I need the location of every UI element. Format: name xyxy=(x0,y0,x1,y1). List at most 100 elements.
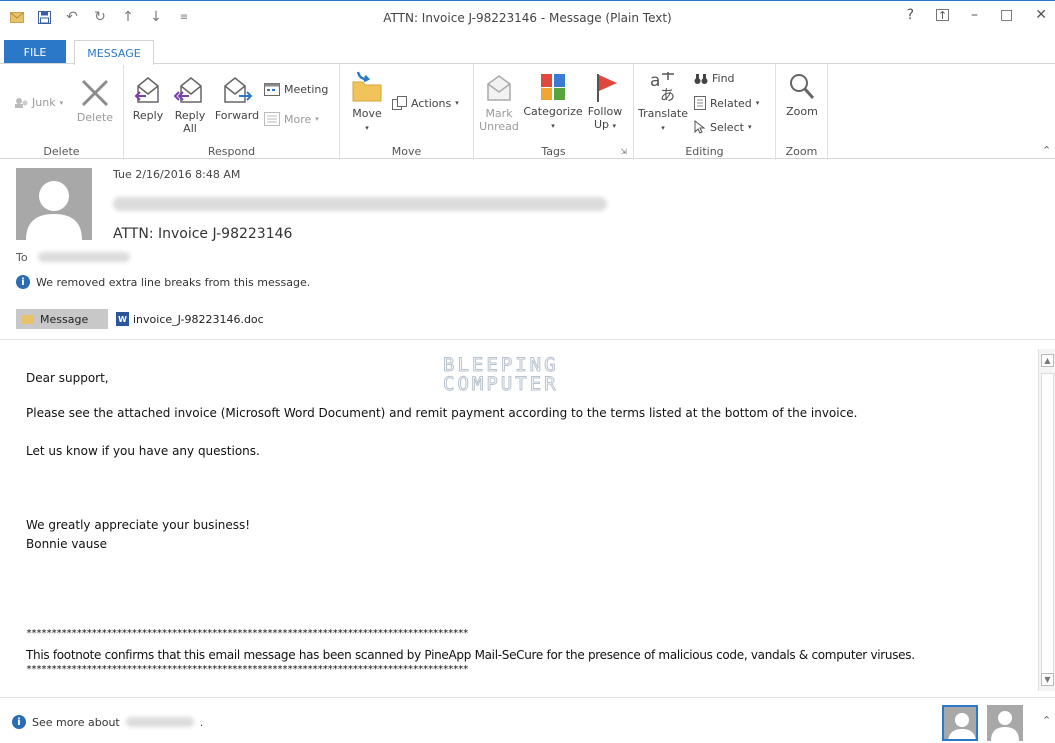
actions-button[interactable]: Actions ▾ xyxy=(392,96,459,110)
attachment-bar: Message W invoice_J-98223146.doc xyxy=(16,309,264,329)
body-line-1: Please see the attached invoice (Microso… xyxy=(26,406,858,420)
tab-file[interactable]: FILE xyxy=(4,40,66,64)
related-icon xyxy=(694,96,706,110)
select-button[interactable]: Select ▾ xyxy=(694,120,751,134)
collapse-ribbon-icon[interactable]: ⌃ xyxy=(1042,144,1051,157)
zoom-group-label: Zoom xyxy=(785,145,818,158)
move-folder-icon xyxy=(352,71,382,102)
title-bar: ↶ ↻ ↑ ↓ ≡ ATTN: Invoice J-98223146 - Mes… xyxy=(0,0,1055,36)
person-photo-1[interactable] xyxy=(942,705,978,741)
footnote-stars-bottom: ****************************************… xyxy=(26,664,469,675)
dropdown-arrow-icon: ▾ xyxy=(612,122,617,130)
move-group: Move ▾ Actions ▾ Move xyxy=(340,64,474,160)
forward-icon xyxy=(224,77,253,103)
move-group-label: Move xyxy=(391,145,422,158)
tags-group: Mark Unread Categorize ▾ Follow Up ▾ ⇲ Tags xyxy=(474,64,634,160)
reply-all-button[interactable]: Reply All xyxy=(170,74,210,135)
scroll-up-icon[interactable]: ▲ xyxy=(1041,354,1054,367)
find-button[interactable]: Find xyxy=(694,72,735,85)
flag-icon xyxy=(597,74,617,102)
meeting-icon xyxy=(264,83,280,96)
recipient-redacted xyxy=(38,252,130,262)
info-bar[interactable]: i We removed extra line breaks from this… xyxy=(16,275,310,289)
message-view-tab[interactable]: Message xyxy=(16,309,108,329)
reply-all-icon xyxy=(173,77,202,103)
more-icon xyxy=(264,112,280,126)
dropdown-arrow-icon: ▾ xyxy=(315,115,319,123)
reply-icon xyxy=(134,77,159,103)
dropdown-arrow-icon: ▾ xyxy=(551,122,555,130)
more-button[interactable]: More ▾ xyxy=(264,112,319,126)
editing-group: aあ Translate ▾ Find Related ▾ Select ▾ Edit… xyxy=(634,64,776,160)
dropdown-arrow-icon: ▾ xyxy=(59,98,64,107)
person-photo-2[interactable] xyxy=(987,705,1023,741)
mark-unread-button[interactable]: Mark Unread xyxy=(478,74,520,133)
ribbon-tabs: FILE MESSAGE xyxy=(0,36,1055,65)
footnote-stars-top: ****************************************… xyxy=(26,628,469,639)
svg-text:あ: あ xyxy=(660,86,675,104)
scroll-down-icon[interactable]: ▼ xyxy=(1041,673,1054,686)
tab-message[interactable]: MESSAGE xyxy=(74,40,154,65)
body-line-2: Let us know if you have any questions. xyxy=(26,444,260,458)
editing-group-label: Editing xyxy=(685,145,724,158)
attachment-item[interactable]: W invoice_J-98223146.doc xyxy=(116,312,264,326)
body-greeting: Dear support, xyxy=(26,371,109,385)
maximize-icon[interactable]: □ xyxy=(1000,7,1013,23)
dropdown-arrow-icon: ▾ xyxy=(661,124,665,132)
move-button[interactable]: Move ▾ xyxy=(346,70,388,135)
meeting-button[interactable]: Meeting xyxy=(264,82,328,96)
categorize-button[interactable]: Categorize ▾ xyxy=(522,72,584,133)
dropdown-arrow-icon: ▾ xyxy=(755,99,760,107)
zoom-button[interactable]: Zoom xyxy=(780,72,824,118)
sender-avatar xyxy=(16,168,92,240)
ribbon: Junk ▾ Delete Delete Reply Reply All Forwa… xyxy=(0,63,1055,160)
actions-icon xyxy=(392,96,407,110)
window-title: ATTN: Invoice J-98223146 - Message (Plai… xyxy=(383,11,672,25)
header-divider xyxy=(0,339,1055,340)
to-label: To xyxy=(16,251,28,264)
translate-button[interactable]: aあ Translate ▾ xyxy=(636,70,690,135)
envelope-icon xyxy=(22,314,34,324)
dropdown-arrow-icon: ▾ xyxy=(365,124,369,132)
delete-group: Junk ▾ Delete Delete xyxy=(0,64,124,160)
magnifier-icon xyxy=(790,74,815,99)
ribbon-display-icon[interactable]: ↑ xyxy=(936,9,950,22)
reply-button[interactable]: Reply xyxy=(130,74,166,122)
attachment-name: invoice_J-98223146.doc xyxy=(133,312,264,326)
scroll-thumb[interactable] xyxy=(1041,373,1054,676)
vertical-scrollbar[interactable]: ▲ ▼ xyxy=(1038,349,1055,691)
cursor-icon xyxy=(694,120,706,134)
body-signature: Bonnie vause xyxy=(26,537,108,551)
dropdown-arrow-icon: ▾ xyxy=(747,123,752,131)
forward-button[interactable]: Forward xyxy=(214,74,260,122)
info-text: We removed extra line breaks from this m… xyxy=(36,275,311,289)
tags-group-label: Tags xyxy=(541,145,566,158)
delete-x-icon xyxy=(81,79,109,107)
respond-group: Reply Reply All Forward Meeting More ▾ Res… xyxy=(124,64,340,160)
minimize-icon[interactable]: – xyxy=(971,7,978,23)
zoom-group: Zoom Zoom xyxy=(776,64,828,160)
svg-text:a: a xyxy=(650,71,660,91)
footnote-text: This footnote confirms that this email m… xyxy=(26,648,915,662)
related-button[interactable]: Related ▾ xyxy=(694,96,759,110)
junk-button[interactable]: Junk ▾ xyxy=(14,96,63,109)
contact-name-redacted xyxy=(125,717,194,727)
close-icon[interactable]: ✕ xyxy=(1035,7,1047,23)
info-icon: i xyxy=(12,715,26,729)
see-more-about[interactable]: i See more about . xyxy=(12,715,203,729)
delete-button[interactable]: Delete xyxy=(74,78,116,124)
dropdown-arrow-icon: ▾ xyxy=(455,99,459,107)
categorize-icon xyxy=(541,74,565,100)
junk-icon xyxy=(15,97,28,108)
watermark: BLEEPING COMPUTER xyxy=(443,354,559,395)
delete-group-label: Delete xyxy=(43,145,80,158)
respond-group-label: Respond xyxy=(207,145,256,158)
body-line-3: We greatly appreciate your business! xyxy=(26,518,251,532)
follow-up-button[interactable]: Follow Up ▾ xyxy=(584,72,626,133)
expand-people-pane-icon[interactable]: ⌃ xyxy=(1042,714,1051,727)
message-subject: ATTN: Invoice J-98223146 xyxy=(113,226,293,242)
info-icon: i xyxy=(16,275,30,289)
window-controls: ? ↑ – □ ✕ xyxy=(907,7,1047,23)
help-icon[interactable]: ? xyxy=(907,7,914,23)
translate-icon: aあ xyxy=(650,71,675,104)
